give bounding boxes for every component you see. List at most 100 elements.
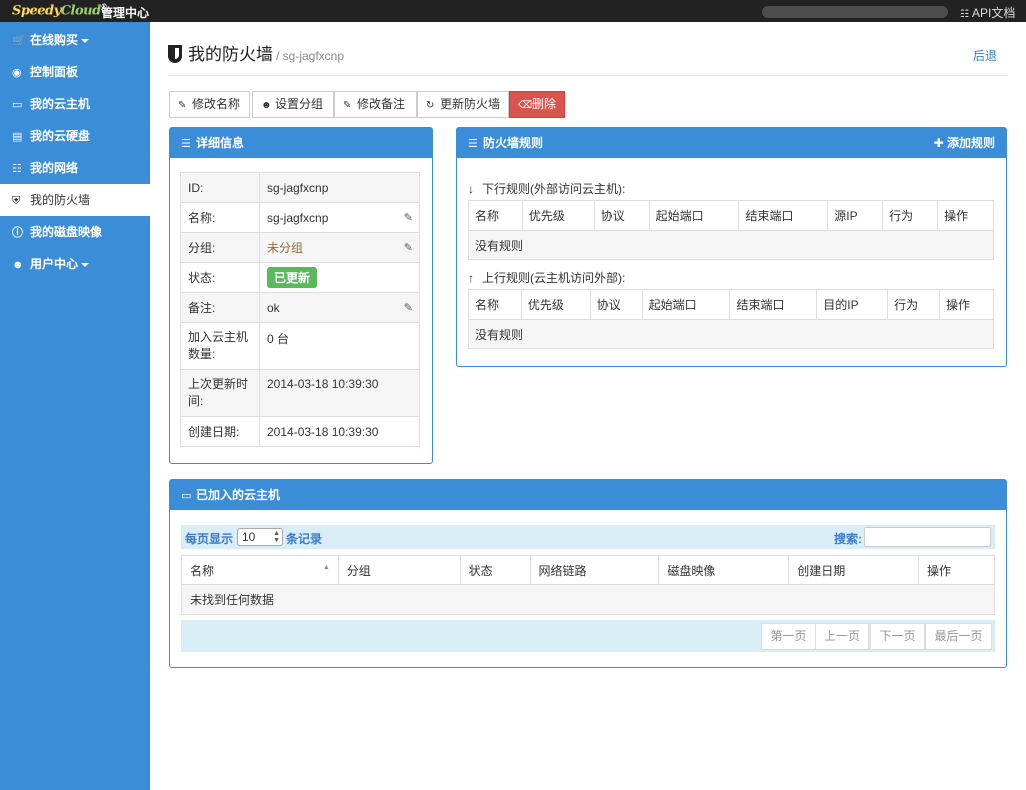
list-icon: ☰	[181, 138, 191, 150]
edit-note-button[interactable]: ✎ 修改备注	[334, 91, 417, 118]
sidebar-item-network[interactable]: ☷ 我的网络	[0, 152, 150, 184]
edit-name-icon[interactable]: ✎	[404, 211, 413, 224]
arrow-down-icon: ↓	[468, 182, 474, 196]
attached-vms-table: 名称 ▲ 分组 状态 网络链路 磁盘映像 创建日期 操作 未找到任何数据	[181, 555, 995, 615]
details-table: ID: sg-jagfxcnp 名称: sg-jagfxcnp ✎ 分组: 未分组 ✎ 状…	[180, 172, 420, 447]
prev-page-button[interactable]: 上一页	[815, 623, 869, 650]
dashboard-icon: ◉	[12, 67, 22, 79]
column-header[interactable]: 协议	[589, 289, 643, 320]
column-header[interactable]: 磁盘映像	[658, 555, 790, 585]
sort-asc-icon: ▲	[322, 563, 330, 571]
chevron-down-icon	[81, 38, 90, 43]
inbound-rules-table: 名称 优先级 协议 起始端口 结束端口 源IP 行为 操作 没有规则	[468, 200, 994, 260]
column-header[interactable]: 名称	[468, 200, 523, 231]
user-account-redacted[interactable]	[762, 6, 948, 18]
divider	[168, 75, 1008, 76]
column-header[interactable]: 目的IP	[816, 289, 889, 320]
page-subtitle: / sg-jagfxcnp	[276, 49, 345, 63]
sidebar-item-disks[interactable]: ▤ 我的云硬盘	[0, 120, 150, 152]
detail-value-group-cell: 未分组 ✎	[259, 232, 420, 263]
last-page-button[interactable]: 最后一页	[925, 623, 992, 650]
search-input[interactable]	[864, 527, 991, 547]
shield-icon: ⛨	[12, 195, 21, 207]
admin-title[interactable]: 管理中心	[101, 4, 149, 21]
column-header[interactable]: 起始端口	[641, 289, 731, 320]
sidebar-item-buy[interactable]: 🛒 在线购买	[0, 24, 150, 56]
detail-key: 加入云主机数量:	[180, 322, 260, 370]
column-header[interactable]: 网络链路	[529, 555, 660, 585]
inbound-rules-title: ↓ 下行规则(外部访问云主机):	[468, 182, 626, 196]
rules-panel-heading: ☰ 防火墙规则 ✚ 添加规则	[457, 128, 1006, 158]
column-header[interactable]: 起始端口	[648, 200, 740, 231]
api-docs-link[interactable]: ☷ API文档	[960, 4, 1015, 21]
detail-key: 名称:	[180, 202, 260, 233]
plus-icon: ✚	[933, 136, 944, 150]
back-link[interactable]: 后退	[973, 47, 997, 64]
edit-note-icon[interactable]: ✎	[404, 301, 413, 314]
details-panel-heading: ☰ 详细信息	[170, 128, 432, 158]
empty-row: 未找到任何数据	[181, 584, 995, 615]
arrow-up-icon: ↑	[468, 271, 474, 285]
detail-value-count: 0 台	[259, 322, 420, 370]
next-page-button[interactable]: 下一页	[870, 623, 925, 650]
column-header-name[interactable]: 名称 ▲	[181, 555, 339, 585]
list-icon: ☰	[468, 138, 478, 150]
detail-value-updated: 2014-03-18 10:39:30	[259, 369, 420, 417]
column-header[interactable]: 结束端口	[729, 289, 818, 320]
sidebar-item-dashboard[interactable]: ◉ 控制面板	[0, 56, 150, 88]
table-controls: 每页显示 10 ▲ ▼ 条记录 搜索:	[181, 525, 995, 549]
sidebar-item-firewall[interactable]: ⛨ 我的防火墙	[0, 184, 150, 216]
add-rule-button[interactable]: ✚ 添加规则	[934, 128, 995, 158]
update-firewall-button[interactable]: ↻ 更新防火墙	[417, 91, 509, 118]
pagination-bar: 第一页 上一页 下一页 最后一页	[181, 620, 995, 652]
search-label: 搜索:	[834, 532, 862, 546]
sidebar-item-user-center[interactable]: ☻ 用户中心	[0, 248, 150, 280]
column-header[interactable]: 源IP	[827, 200, 884, 231]
page-length-select[interactable]: 10 ▲ ▼	[237, 528, 283, 546]
outbound-rules-table: 名称 优先级 协议 起始端口 结束端口 目的IP 行为 操作 没有规则	[468, 289, 994, 349]
desktop-icon: ▭	[12, 99, 23, 111]
vms-panel-heading: ▭ 已加入的云主机	[170, 480, 1006, 510]
column-header[interactable]: 结束端口	[738, 200, 829, 231]
column-header[interactable]: 操作	[939, 289, 994, 320]
status-badge: 已更新	[267, 267, 318, 288]
column-header[interactable]: 状态	[459, 555, 531, 585]
detail-value-name-cell: sg-jagfxcnp ✎	[259, 202, 420, 233]
edit-group-icon[interactable]: ✎	[404, 241, 413, 254]
info-icon: ⓘ	[12, 227, 23, 239]
detail-key: 状态:	[180, 262, 260, 293]
page-title: 我的防火墙 / sg-jagfxcnp	[168, 40, 344, 65]
column-header[interactable]: 创建日期	[788, 555, 920, 585]
outbound-rules-title: ↑ 上行规则(云主机访问外部):	[468, 271, 626, 285]
column-header[interactable]: 协议	[593, 200, 650, 231]
column-header[interactable]: 分组	[337, 555, 461, 585]
column-header[interactable]: 优先级	[520, 289, 591, 320]
empty-row: 没有规则	[468, 230, 994, 260]
detail-key: 创建日期:	[180, 416, 260, 447]
desktop-icon: ▭	[181, 490, 192, 502]
column-header[interactable]: 操作	[937, 200, 994, 231]
delete-button[interactable]: ⌫删除	[509, 91, 565, 118]
edit-icon: ✎	[178, 100, 187, 111]
sidebar-item-images[interactable]: ⓘ 我的磁盘映像	[0, 216, 150, 248]
edit-icon: ✎	[343, 100, 352, 111]
detail-value-created: 2014-03-18 10:39:30	[259, 416, 420, 447]
sitemap-icon: ☷	[12, 163, 22, 175]
group-icon: ☻	[261, 100, 272, 111]
rename-button[interactable]: ✎ 修改名称	[169, 91, 250, 118]
detail-value-note-cell: ok ✎	[259, 292, 420, 323]
column-header[interactable]: 优先级	[521, 200, 595, 231]
brand-logo[interactable]: SpeedyCloud®	[12, 2, 108, 20]
set-group-button[interactable]: ☻ 设置分组	[252, 91, 334, 118]
user-icon: ☻	[12, 259, 24, 271]
sidebar: 🛒 在线购买 ◉ 控制面板 ▭ 我的云主机 ▤ 我的云硬盘 ☷ 我的网络 ⛨ 我的防火墙 ⓘ…	[0, 22, 150, 790]
column-header[interactable]: 名称	[468, 289, 522, 320]
column-header[interactable]: 操作	[918, 555, 995, 585]
detail-key: 上次更新时间:	[180, 369, 260, 417]
first-page-button[interactable]: 第一页	[761, 623, 816, 650]
column-header[interactable]: 行为	[887, 289, 941, 320]
column-header[interactable]: 行为	[882, 200, 939, 231]
empty-row: 没有规则	[468, 319, 994, 349]
sidebar-item-servers[interactable]: ▭ 我的云主机	[0, 88, 150, 120]
sitemap-icon: ☷	[960, 9, 969, 20]
